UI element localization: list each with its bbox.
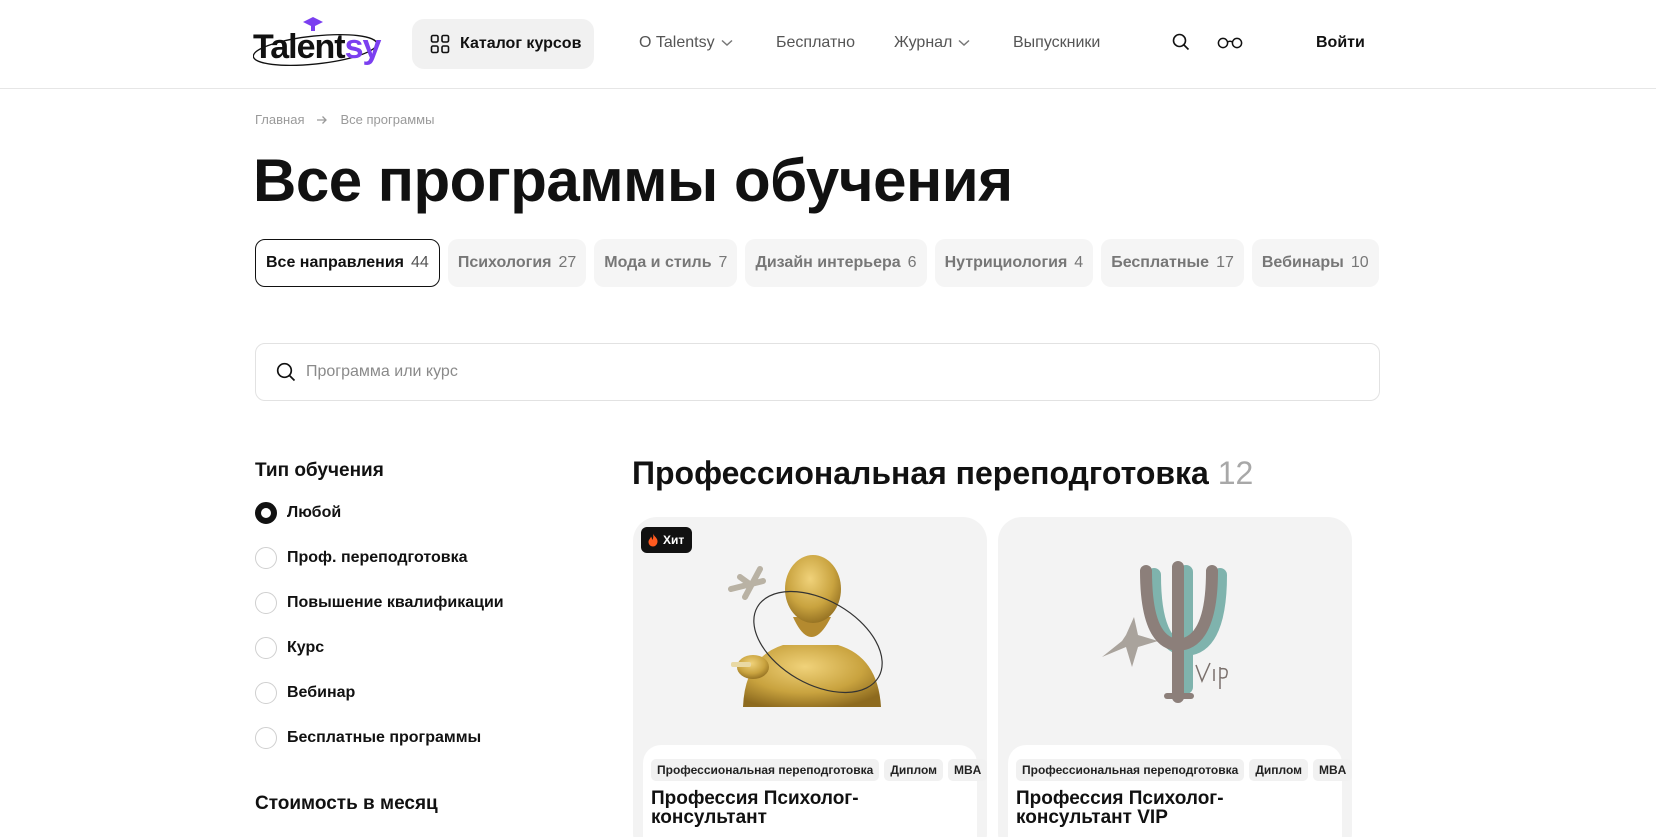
chip-all[interactable]: Все направления 44 [255, 239, 440, 287]
nav-journal[interactable]: Журнал [894, 34, 970, 52]
type-option-qualification[interactable]: Повышение квалификации [255, 591, 504, 615]
type-filter-title: Тип обучения [255, 460, 384, 481]
tag: Профессиональная переподготовка [651, 759, 880, 781]
logo-text: Talentsy [253, 28, 381, 66]
header-search-button[interactable] [1172, 33, 1190, 56]
breadcrumb-current: Все программы [340, 112, 435, 127]
type-option-webinar[interactable]: Вебинар [255, 681, 504, 705]
card-body: Профессиональная переподготовка Диплом M… [643, 745, 987, 837]
card-image-psi-vip [998, 517, 1352, 747]
glasses-icon [1217, 37, 1243, 49]
type-option-retraining[interactable]: Проф. переподготовка [255, 546, 504, 570]
talentsy-logo[interactable]: Talentsy [253, 16, 383, 72]
page-title: Все программы обучения [253, 147, 1013, 214]
card-title[interactable]: Профессия Психолог-консультант VIP [1016, 789, 1334, 827]
section-title: Профессиональная переподготовка 12 [632, 455, 1254, 491]
psi-symbol-icon [1102, 561, 1228, 703]
type-option-any[interactable]: Любой [255, 501, 504, 525]
card-title[interactable]: Профессия Психолог-консультант [651, 789, 969, 827]
breadcrumb: Главная Все программы [255, 112, 434, 127]
type-filter-options: Любой Проф. переподготовка Повышение ква… [255, 501, 504, 750]
chip-interior-design[interactable]: Дизайн интерьера 6 [745, 239, 927, 287]
card-tags: Профессиональная переподготовка Диплом M… [1016, 759, 1352, 781]
nav-graduates[interactable]: Выпускники [1013, 34, 1100, 52]
search-input[interactable] [306, 363, 1306, 381]
site-header: Talentsy Каталог курсов О Talentsy Беспл… [0, 0, 1656, 89]
radio-icon [255, 592, 277, 614]
tag: Диплом [1249, 759, 1309, 781]
radio-icon [255, 727, 277, 749]
fire-icon [648, 533, 658, 547]
program-search[interactable] [255, 343, 1380, 401]
arrow-right-icon [317, 115, 328, 124]
catalog-button[interactable]: Каталог курсов [412, 19, 594, 69]
category-chips: Все направления 44 Психология 27 Мода и ст… [255, 239, 1379, 287]
tag: Профессиональная переподготовка [1016, 759, 1245, 781]
catalog-button-label: Каталог курсов [460, 35, 582, 52]
nav-free[interactable]: Бесплатно [776, 34, 855, 52]
search-icon [276, 362, 296, 382]
chip-webinars[interactable]: Вебинары 10 [1251, 239, 1379, 287]
program-card[interactable]: Хит Профессиональная переподготовка Дипл… [633, 517, 987, 837]
breadcrumb-home[interactable]: Главная [255, 112, 304, 127]
radio-icon [255, 637, 277, 659]
chevron-down-icon [721, 39, 733, 47]
tag: MBA [948, 759, 987, 781]
nav-about[interactable]: О Talentsy [639, 34, 733, 52]
chip-psychology[interactable]: Психология 27 [447, 239, 587, 287]
section-count: 12 [1217, 455, 1254, 491]
login-link[interactable]: Войти [1316, 34, 1365, 52]
chip-nutrition[interactable]: Нутрициология 4 [934, 239, 1094, 287]
radio-icon [255, 682, 277, 704]
chip-fashion[interactable]: Мода и стиль 7 [594, 239, 738, 287]
hit-badge: Хит [641, 527, 693, 553]
grid-icon [430, 34, 450, 54]
tag: MBA [1313, 759, 1352, 781]
radio-checked-icon [255, 502, 277, 524]
type-option-free[interactable]: Бесплатные программы [255, 726, 504, 750]
tag: Диплом [884, 759, 944, 781]
accessibility-button[interactable] [1217, 36, 1243, 54]
program-card[interactable]: Профессиональная переподготовка Диплом M… [998, 517, 1352, 837]
card-tags: Профессиональная переподготовка Диплом M… [651, 759, 987, 781]
radio-icon [255, 547, 277, 569]
type-option-course[interactable]: Курс [255, 636, 504, 660]
card-image-freud-bust: Хит [633, 517, 987, 747]
search-icon [1172, 33, 1190, 51]
chip-free[interactable]: Бесплатные 17 [1101, 239, 1244, 287]
chevron-down-icon [958, 39, 970, 47]
card-body: Профессиональная переподготовка Диплом M… [1008, 745, 1352, 837]
price-filter-title: Стоимость в месяц [255, 793, 438, 814]
